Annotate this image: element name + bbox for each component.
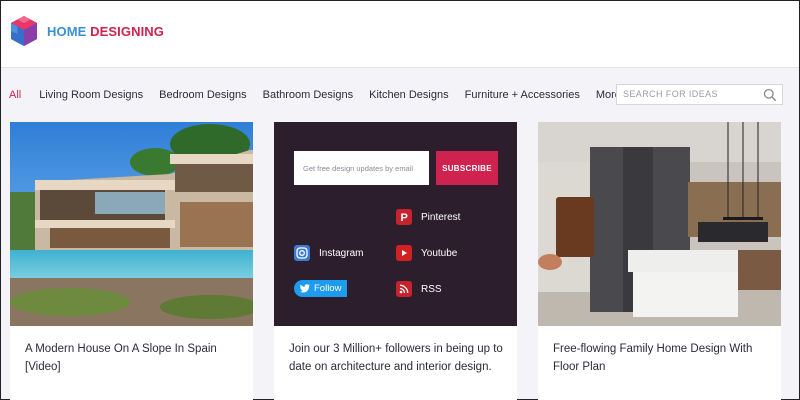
search-icon[interactable] [763,88,777,102]
logo-word-designing: DESIGNING [90,23,164,39]
cube-logo-icon [11,16,37,46]
social-label-pinterest: Pinterest [421,211,461,223]
social-link-instagram[interactable]: Instagram [294,245,363,261]
article-image-modern-house[interactable] [10,122,253,326]
svg-text:P: P [401,212,408,223]
rss-icon [396,281,412,297]
nav-item-all[interactable]: All [9,89,21,101]
site-logo[interactable]: HOME DESIGNING [9,15,164,47]
logo-wordmark: HOME DESIGNING [47,24,164,39]
article-image-kitchen[interactable] [538,122,781,326]
logo-word-home: HOME [47,23,87,39]
twitter-follow-button[interactable]: Follow [294,280,347,297]
social-label-rss: RSS [421,283,442,295]
subscribe-button[interactable]: SUBSCRIBE [436,151,498,185]
nav-item-living-room[interactable]: Living Room Designs [39,89,143,101]
instagram-icon [294,245,310,261]
article-card-family-home[interactable]: Free-flowing Family Home Design With Flo… [538,122,781,400]
nav-item-kitchen[interactable]: Kitchen Designs [369,89,449,101]
social-link-rss[interactable]: RSS [396,281,442,297]
nav-item-bathroom[interactable]: Bathroom Designs [263,89,354,101]
social-link-youtube[interactable]: Youtube [396,245,457,261]
social-label-youtube: Youtube [421,247,458,259]
subscribe-tagline: Join our 3 Million+ followers in being u… [289,343,503,373]
article-card-spain-house[interactable]: A Modern House On A Slope In Spain [Vide… [10,122,253,400]
social-label-instagram: Instagram [319,247,364,259]
article-title[interactable]: Free-flowing Family Home Design With Flo… [553,340,773,376]
article-title[interactable]: A Modern House On A Slope In Spain [Vide… [25,340,245,376]
search-input[interactable] [623,89,763,99]
subscribe-panel: SUBSCRIBE P Pinterest Instagram Youtube [274,122,517,326]
category-nav: All Living Room Designs Bedroom Designs … [1,69,799,121]
subscribe-card: SUBSCRIBE P Pinterest Instagram Youtube [274,122,517,400]
nav-item-furniture[interactable]: Furniture + Accessories [465,89,580,101]
twitter-icon [300,284,310,293]
social-link-pinterest[interactable]: P Pinterest [396,209,460,225]
site-header: HOME DESIGNING [1,1,799,68]
youtube-icon [396,245,412,261]
follow-label: Follow [314,283,342,294]
pinterest-icon: P [396,209,412,225]
search-box [616,84,783,105]
nav-item-bedroom[interactable]: Bedroom Designs [159,89,246,101]
email-field[interactable] [294,151,429,185]
